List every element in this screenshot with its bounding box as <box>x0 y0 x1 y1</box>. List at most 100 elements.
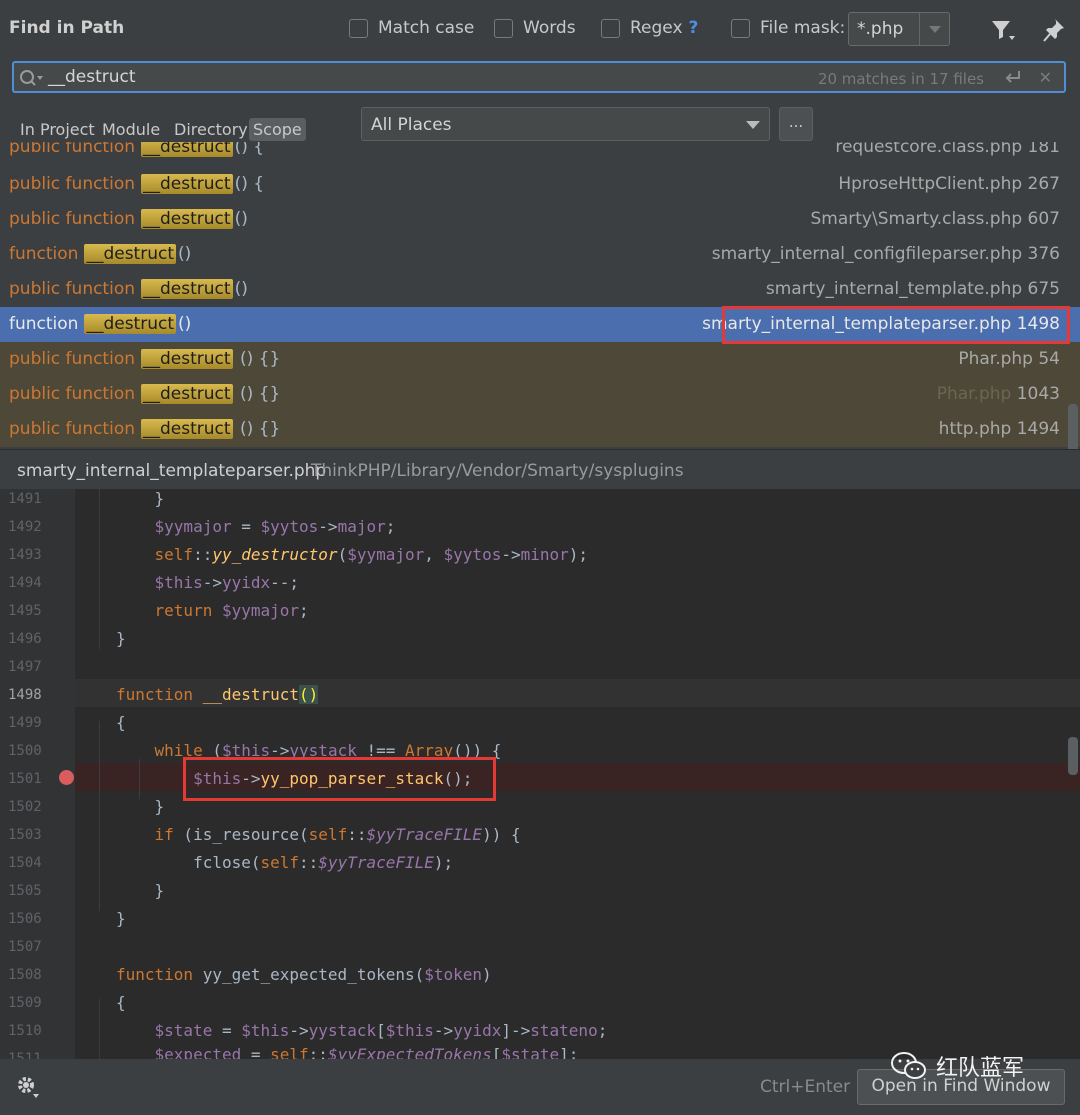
shortcut-hint: Ctrl+Enter <box>760 1077 851 1097</box>
new-line-icon[interactable] <box>1004 69 1022 85</box>
chevron-down-icon[interactable] <box>746 121 760 129</box>
pin-icon[interactable] <box>1042 17 1066 43</box>
code-line: { <box>116 713 126 732</box>
file-mask-combobox[interactable]: *.php <box>848 12 950 46</box>
search-input[interactable]: __destruct 20 matches in 17 files ✕ <box>12 61 1066 93</box>
filter-icon[interactable] <box>990 18 1016 42</box>
line-number: 1508 <box>8 967 42 983</box>
close-icon[interactable]: ✕ <box>1039 68 1052 87</box>
words-checkbox[interactable]: Words <box>494 18 576 38</box>
words-label: Words <box>523 18 576 38</box>
code-line: { <box>116 993 126 1012</box>
result-prefix: function <box>9 244 79 264</box>
watermark-text: 红队蓝军 <box>936 1056 1025 1081</box>
result-match: __destruct <box>141 419 233 439</box>
regex-checkbox[interactable]: Regex ? <box>601 18 698 38</box>
result-prefix: public function <box>9 349 135 369</box>
result-suffix: () { <box>234 174 265 194</box>
preview-path: ThinkPHP/Library/Vendor/Smarty/sysplugin… <box>311 461 684 481</box>
file-mask-value[interactable]: *.php <box>857 19 903 39</box>
result-row[interactable]: public function __destruct() { HproseHttp… <box>0 167 1080 202</box>
annotation-box <box>722 306 1070 344</box>
scope-select[interactable]: All Places <box>361 107 770 141</box>
code-editor[interactable]: 1491 1492 1493 1494 1495 1496 1497 1498 … <box>0 489 1080 1059</box>
regex-help-icon[interactable]: ? <box>689 18 699 38</box>
result-prefix: public function <box>9 174 135 194</box>
result-file: smarty_internal_template.php 675 <box>765 279 1060 299</box>
result-prefix: public function <box>9 279 135 299</box>
result-row[interactable]: function __destruct() smarty_internal_con… <box>0 237 1080 272</box>
code-line: $state = $this->yystack[$this->yyidx]->s… <box>154 1021 608 1040</box>
result-suffix: () {} <box>234 384 281 404</box>
result-prefix: function <box>9 314 79 334</box>
result-suffix: () {} <box>234 349 281 369</box>
results-list[interactable]: public function __destruct() { requestcor… <box>0 142 1080 449</box>
checkbox-box[interactable] <box>494 18 513 38</box>
result-match: __destruct <box>141 279 233 299</box>
code-line: function yy_get_expected_tokens($token) <box>116 965 492 984</box>
result-row[interactable]: public function __destruct () {} http.php… <box>0 412 1080 447</box>
result-file-dim: Phar.php <box>936 384 1012 404</box>
result-row[interactable]: public function __destruct() smarty_inter… <box>0 272 1080 307</box>
indent-guide <box>99 999 100 1059</box>
editor-scrollbar[interactable] <box>1068 737 1078 775</box>
result-match: __destruct <box>141 349 233 369</box>
line-number: 1509 <box>8 995 42 1011</box>
result-file: 1043 <box>1011 384 1060 404</box>
line-number: 1503 <box>8 827 42 843</box>
tab-directory[interactable]: Directory <box>170 118 252 141</box>
search-query[interactable]: __destruct <box>48 67 136 87</box>
indent-guide <box>99 489 100 649</box>
tab-in-project[interactable]: In Project <box>16 118 99 141</box>
search-icon[interactable] <box>18 68 44 88</box>
regex-label: Regex <box>630 18 683 38</box>
code-line: self::yy_destructor($yymajor, $yytos->mi… <box>154 545 589 564</box>
result-suffix: () {} <box>234 419 281 439</box>
result-match: __destruct <box>84 314 177 334</box>
result-suffix: () <box>178 244 192 264</box>
result-suffix: () <box>178 314 192 334</box>
line-number: 1497 <box>8 659 42 675</box>
result-row[interactable]: public function __destruct () {} Phar.php… <box>0 342 1080 377</box>
result-suffix: () <box>234 279 248 299</box>
checkbox-box[interactable] <box>601 18 620 38</box>
breakpoint-icon[interactable] <box>59 770 74 785</box>
file-mask-checkbox[interactable]: File mask: <box>731 18 845 38</box>
code-line: $expected = self::$yyExpectedTokens[$sta… <box>154 1045 579 1059</box>
checkbox-box[interactable] <box>349 18 368 38</box>
line-number: 1492 <box>8 519 42 535</box>
result-row[interactable]: public function __destruct() { requestcor… <box>0 142 1080 165</box>
result-row[interactable]: public function __destruct() Smarty\Smart… <box>0 202 1080 237</box>
match-count: 20 matches in 17 files <box>817 70 984 88</box>
result-prefix: public function <box>9 142 135 157</box>
line-number: 1498 <box>8 687 42 703</box>
scope-more-button[interactable]: ... <box>779 107 813 141</box>
line-number: 1500 <box>8 743 42 759</box>
tab-scope[interactable]: Scope <box>249 118 306 141</box>
result-match: __destruct <box>141 384 233 404</box>
chevron-down-icon[interactable] <box>919 13 949 45</box>
code-line: if (is_resource(self::$yyTraceFILE)) { <box>154 825 521 844</box>
line-number: 1510 <box>8 1023 42 1039</box>
checkbox-box[interactable] <box>731 18 750 38</box>
match-case-checkbox[interactable]: Match case <box>349 18 474 38</box>
code-line: $yymajor = $yytos->major; <box>154 517 396 536</box>
result-file: Smarty\Smarty.class.php 607 <box>810 209 1061 229</box>
tab-module[interactable]: Module <box>98 118 164 141</box>
result-prefix: public function <box>9 209 135 229</box>
result-match: __destruct <box>141 142 233 157</box>
result-suffix: () <box>234 209 248 229</box>
result-file: smarty_internal_configfileparser.php 376 <box>711 244 1060 264</box>
code-line: } <box>116 489 165 508</box>
results-scrollbar[interactable] <box>1068 404 1078 449</box>
line-number: 1496 <box>8 631 42 647</box>
code-line: } <box>116 909 126 928</box>
scope-value: All Places <box>371 115 452 135</box>
result-row[interactable]: public function __destruct () {} Phar.php… <box>0 377 1080 412</box>
watermark: 红队蓝军 <box>890 1050 1024 1082</box>
result-match: __destruct <box>141 174 233 194</box>
result-file: HproseHttpClient.php 267 <box>838 174 1060 194</box>
annotation-box <box>183 757 496 801</box>
result-file: http.php 1494 <box>938 419 1060 439</box>
gear-icon[interactable] <box>16 1075 40 1099</box>
